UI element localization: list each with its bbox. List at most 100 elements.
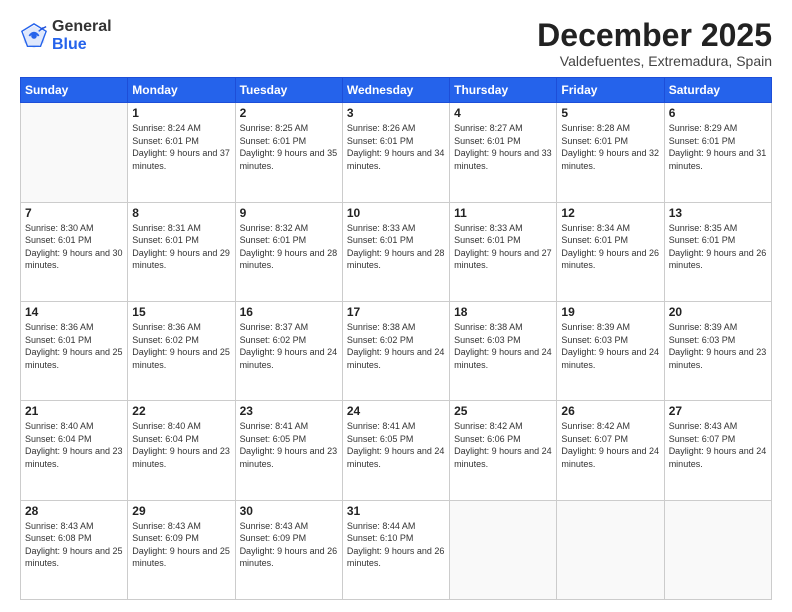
day-info: Sunrise: 8:31 AMSunset: 6:01 PMDaylight:… — [132, 223, 230, 271]
day-info: Sunrise: 8:39 AMSunset: 6:03 PMDaylight:… — [561, 322, 659, 370]
weekday-header-sunday: Sunday — [21, 78, 128, 103]
day-number: 14 — [25, 305, 123, 319]
week-row-3: 14 Sunrise: 8:36 AMSunset: 6:01 PMDaylig… — [21, 301, 772, 400]
day-info: Sunrise: 8:27 AMSunset: 6:01 PMDaylight:… — [454, 123, 552, 171]
day-cell: 23 Sunrise: 8:41 AMSunset: 6:05 PMDaylig… — [235, 401, 342, 500]
day-cell: 4 Sunrise: 8:27 AMSunset: 6:01 PMDayligh… — [450, 103, 557, 202]
day-info: Sunrise: 8:43 AMSunset: 6:09 PMDaylight:… — [240, 521, 338, 569]
day-cell: 20 Sunrise: 8:39 AMSunset: 6:03 PMDaylig… — [664, 301, 771, 400]
day-info: Sunrise: 8:29 AMSunset: 6:01 PMDaylight:… — [669, 123, 767, 171]
day-number: 28 — [25, 504, 123, 518]
day-number: 19 — [561, 305, 659, 319]
day-cell: 14 Sunrise: 8:36 AMSunset: 6:01 PMDaylig… — [21, 301, 128, 400]
day-number: 12 — [561, 206, 659, 220]
calendar-table: SundayMondayTuesdayWednesdayThursdayFrid… — [20, 77, 772, 600]
day-cell: 5 Sunrise: 8:28 AMSunset: 6:01 PMDayligh… — [557, 103, 664, 202]
day-cell: 6 Sunrise: 8:29 AMSunset: 6:01 PMDayligh… — [664, 103, 771, 202]
day-number: 17 — [347, 305, 445, 319]
day-number: 31 — [347, 504, 445, 518]
day-info: Sunrise: 8:40 AMSunset: 6:04 PMDaylight:… — [25, 421, 123, 469]
day-cell: 15 Sunrise: 8:36 AMSunset: 6:02 PMDaylig… — [128, 301, 235, 400]
day-info: Sunrise: 8:41 AMSunset: 6:05 PMDaylight:… — [240, 421, 338, 469]
day-info: Sunrise: 8:36 AMSunset: 6:01 PMDaylight:… — [25, 322, 123, 370]
day-cell: 11 Sunrise: 8:33 AMSunset: 6:01 PMDaylig… — [450, 202, 557, 301]
day-info: Sunrise: 8:35 AMSunset: 6:01 PMDaylight:… — [669, 223, 767, 271]
day-info: Sunrise: 8:43 AMSunset: 6:07 PMDaylight:… — [669, 421, 767, 469]
day-number: 15 — [132, 305, 230, 319]
day-info: Sunrise: 8:41 AMSunset: 6:05 PMDaylight:… — [347, 421, 445, 469]
day-cell: 26 Sunrise: 8:42 AMSunset: 6:07 PMDaylig… — [557, 401, 664, 500]
day-number: 9 — [240, 206, 338, 220]
day-number: 24 — [347, 404, 445, 418]
month-title: December 2025 — [537, 18, 772, 53]
day-number: 3 — [347, 106, 445, 120]
weekday-header-thursday: Thursday — [450, 78, 557, 103]
day-cell: 25 Sunrise: 8:42 AMSunset: 6:06 PMDaylig… — [450, 401, 557, 500]
page-header: General Blue December 2025 Valdefuentes,… — [20, 18, 772, 69]
day-cell: 9 Sunrise: 8:32 AMSunset: 6:01 PMDayligh… — [235, 202, 342, 301]
title-block: December 2025 Valdefuentes, Extremadura,… — [537, 18, 772, 69]
day-cell: 16 Sunrise: 8:37 AMSunset: 6:02 PMDaylig… — [235, 301, 342, 400]
week-row-4: 21 Sunrise: 8:40 AMSunset: 6:04 PMDaylig… — [21, 401, 772, 500]
day-number: 13 — [669, 206, 767, 220]
weekday-header-row: SundayMondayTuesdayWednesdayThursdayFrid… — [21, 78, 772, 103]
day-cell: 21 Sunrise: 8:40 AMSunset: 6:04 PMDaylig… — [21, 401, 128, 500]
day-number: 25 — [454, 404, 552, 418]
day-cell: 19 Sunrise: 8:39 AMSunset: 6:03 PMDaylig… — [557, 301, 664, 400]
day-info: Sunrise: 8:38 AMSunset: 6:02 PMDaylight:… — [347, 322, 445, 370]
logo-general: General — [52, 18, 112, 36]
day-cell: 12 Sunrise: 8:34 AMSunset: 6:01 PMDaylig… — [557, 202, 664, 301]
day-number: 26 — [561, 404, 659, 418]
day-cell — [664, 500, 771, 599]
day-info: Sunrise: 8:43 AMSunset: 6:09 PMDaylight:… — [132, 521, 230, 569]
day-number: 6 — [669, 106, 767, 120]
day-number: 1 — [132, 106, 230, 120]
day-number: 4 — [454, 106, 552, 120]
day-cell: 3 Sunrise: 8:26 AMSunset: 6:01 PMDayligh… — [342, 103, 449, 202]
day-info: Sunrise: 8:26 AMSunset: 6:01 PMDaylight:… — [347, 123, 445, 171]
location-subtitle: Valdefuentes, Extremadura, Spain — [537, 53, 772, 69]
week-row-5: 28 Sunrise: 8:43 AMSunset: 6:08 PMDaylig… — [21, 500, 772, 599]
week-row-1: 1 Sunrise: 8:24 AMSunset: 6:01 PMDayligh… — [21, 103, 772, 202]
day-cell: 10 Sunrise: 8:33 AMSunset: 6:01 PMDaylig… — [342, 202, 449, 301]
day-number: 11 — [454, 206, 552, 220]
week-row-2: 7 Sunrise: 8:30 AMSunset: 6:01 PMDayligh… — [21, 202, 772, 301]
weekday-header-monday: Monday — [128, 78, 235, 103]
day-number: 7 — [25, 206, 123, 220]
day-number: 5 — [561, 106, 659, 120]
day-number: 29 — [132, 504, 230, 518]
day-number: 2 — [240, 106, 338, 120]
day-number: 23 — [240, 404, 338, 418]
day-info: Sunrise: 8:36 AMSunset: 6:02 PMDaylight:… — [132, 322, 230, 370]
day-cell: 18 Sunrise: 8:38 AMSunset: 6:03 PMDaylig… — [450, 301, 557, 400]
day-cell: 22 Sunrise: 8:40 AMSunset: 6:04 PMDaylig… — [128, 401, 235, 500]
day-info: Sunrise: 8:25 AMSunset: 6:01 PMDaylight:… — [240, 123, 338, 171]
day-cell: 8 Sunrise: 8:31 AMSunset: 6:01 PMDayligh… — [128, 202, 235, 301]
logo-blue: Blue — [52, 36, 112, 54]
day-number: 10 — [347, 206, 445, 220]
day-cell — [450, 500, 557, 599]
weekday-header-wednesday: Wednesday — [342, 78, 449, 103]
logo-text: General Blue — [52, 18, 112, 53]
weekday-header-friday: Friday — [557, 78, 664, 103]
day-info: Sunrise: 8:32 AMSunset: 6:01 PMDaylight:… — [240, 223, 338, 271]
day-cell: 1 Sunrise: 8:24 AMSunset: 6:01 PMDayligh… — [128, 103, 235, 202]
day-cell: 13 Sunrise: 8:35 AMSunset: 6:01 PMDaylig… — [664, 202, 771, 301]
day-info: Sunrise: 8:30 AMSunset: 6:01 PMDaylight:… — [25, 223, 123, 271]
day-cell: 24 Sunrise: 8:41 AMSunset: 6:05 PMDaylig… — [342, 401, 449, 500]
day-number: 18 — [454, 305, 552, 319]
calendar-page: General Blue December 2025 Valdefuentes,… — [0, 0, 792, 612]
day-info: Sunrise: 8:40 AMSunset: 6:04 PMDaylight:… — [132, 421, 230, 469]
day-cell — [21, 103, 128, 202]
day-info: Sunrise: 8:28 AMSunset: 6:01 PMDaylight:… — [561, 123, 659, 171]
day-info: Sunrise: 8:33 AMSunset: 6:01 PMDaylight:… — [454, 223, 552, 271]
day-number: 8 — [132, 206, 230, 220]
day-cell: 7 Sunrise: 8:30 AMSunset: 6:01 PMDayligh… — [21, 202, 128, 301]
day-number: 30 — [240, 504, 338, 518]
day-info: Sunrise: 8:42 AMSunset: 6:06 PMDaylight:… — [454, 421, 552, 469]
day-cell: 17 Sunrise: 8:38 AMSunset: 6:02 PMDaylig… — [342, 301, 449, 400]
day-cell: 31 Sunrise: 8:44 AMSunset: 6:10 PMDaylig… — [342, 500, 449, 599]
day-number: 16 — [240, 305, 338, 319]
day-number: 22 — [132, 404, 230, 418]
weekday-header-saturday: Saturday — [664, 78, 771, 103]
